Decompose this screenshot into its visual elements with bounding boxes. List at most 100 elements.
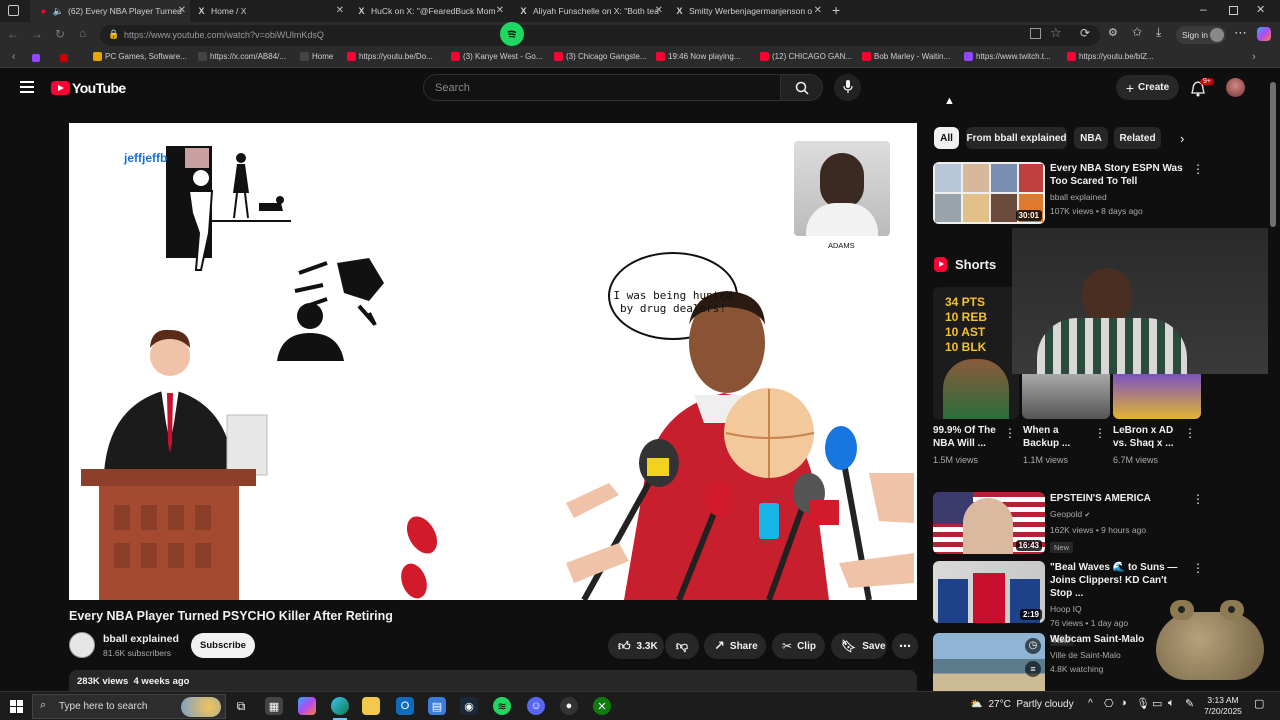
new-tab-icon[interactable]: + [832,2,840,18]
copilot-icon[interactable] [1257,27,1271,41]
youtube-logo[interactable]: YouTube [51,80,126,96]
video-player[interactable]: jeffjeffb ADAMS I was being hunted by dr… [69,123,917,600]
save-button[interactable]: 🔖︎ Save [831,633,887,659]
tray-icon[interactable]: ⎔ [1104,697,1114,710]
apps-icon[interactable] [1030,28,1041,39]
app-icon[interactable]: ▤ [428,697,446,715]
like-button[interactable]: 👍︎ 3.3K [608,633,664,659]
search-button[interactable] [781,74,823,101]
create-button[interactable]: + Create [1116,75,1179,100]
start-icon[interactable] [10,700,23,713]
purple-bookmark-icon[interactable] [32,54,40,62]
speaker-icon[interactable]: 🔈 [53,6,64,17]
microphone-tray-icon[interactable]: 🎙︎ [1136,697,1150,710]
bookmark-2[interactable]: Home [300,52,333,61]
close-tab-icon[interactable]: ✕ [814,5,822,16]
network-icon[interactable]: ▭ [1152,697,1162,710]
red-bookmark-icon[interactable] [60,54,68,62]
refresh-extension-icon[interactable]: ⟳ [1080,26,1090,40]
forward-icon[interactable]: → [31,27,43,41]
more-vert-icon[interactable]: ⋮ [1004,426,1016,440]
more-vert-icon[interactable]: ⋮ [1094,426,1106,440]
channel-avatar[interactable] [69,632,95,658]
calculator-icon[interactable]: ▦ [265,697,283,715]
notification-center-icon[interactable]: ▢ [1254,697,1264,710]
short-title[interactable]: When a Backup ... [1023,424,1093,450]
chip-from-channel[interactable]: From bball explained [966,127,1067,149]
reload-icon[interactable]: ↻ [55,27,65,41]
weather-widget[interactable]: ⛅ 27°C Partly cloudy [970,699,1074,710]
bookmark-10[interactable]: https://youtu.be/blZ... [1067,52,1154,61]
voice-search-button[interactable] [834,74,861,101]
more-bookmarks-icon[interactable]: › [1252,51,1256,63]
short-thumbnail-1[interactable]: 34 PTS 10 REB 10 AST 10 BLK [933,287,1019,419]
more-vert-icon[interactable]: ⋮ [1192,162,1204,176]
back-icon[interactable]: ← [7,27,19,41]
home-icon[interactable]: ⌂ [79,26,86,40]
more-vert-icon[interactable]: ⋮ [1192,492,1204,506]
tab-x-huck[interactable]: X HuCk on X: "@FearedBuck Mom ✕ [350,0,508,22]
more-vert-icon[interactable]: ⋮ [1184,426,1196,440]
bookmark-5[interactable]: (3) Chicago Gangste... [554,52,646,61]
chip-all[interactable]: All [934,127,959,149]
bookmark-4[interactable]: (3) Kanye West - Go... [451,52,542,61]
close-tab-icon[interactable]: ✕ [336,5,344,16]
close-tab-icon[interactable]: ✕ [655,5,663,16]
minimize-icon[interactable]: – [1200,2,1207,16]
search-box[interactable]: Search [423,74,781,101]
rec-thumbnail[interactable]: ◷ ≡ [933,633,1045,691]
chevron-right-icon[interactable]: › [1180,131,1184,146]
bookmark-1[interactable]: https://x.com/AB84/... [198,52,286,61]
channel-name[interactable]: bball explained [103,633,179,645]
maximize-icon[interactable] [1229,6,1238,15]
tray-icon[interactable]: ◑ [1120,697,1127,709]
rec-thumbnail[interactable]: 2:19 [933,561,1045,623]
favorite-star-icon[interactable]: ☆ [1050,25,1062,41]
tab-x-aliyah[interactable]: X Aliyah Funschelle on X: "Both tea ✕ [512,0,667,22]
close-window-icon[interactable]: ✕ [1256,3,1265,16]
tab-youtube[interactable]: ● 🔈 (62) Every NBA Player Turned ✕ [30,0,190,22]
xbox-icon[interactable]: ✕ [593,697,611,715]
rec-thumbnail[interactable]: 30:01 [933,162,1045,224]
avatar[interactable] [1226,78,1245,97]
sign-in-button[interactable]: Sign in [1176,26,1226,44]
chip-related[interactable]: Related [1114,127,1161,149]
close-tab-icon[interactable]: ✕ [178,5,186,16]
extensions-icon[interactable]: ⚙ [1108,26,1118,39]
rec-thumbnail[interactable]: 16:43 [933,492,1045,554]
rec-info[interactable]: Every NBA Story ESPN Was Too Scared To T… [1050,162,1190,218]
chip-nba[interactable]: NBA [1074,127,1108,149]
rec-info[interactable]: EPSTEIN'S AMERICA Geopold ✔ 162K views •… [1050,492,1190,555]
volume-icon[interactable]: 🔈︎ [1168,697,1175,710]
hamburger-menu-icon[interactable] [20,81,34,93]
steam-icon[interactable]: ◉ [460,697,478,715]
clock[interactable]: 3:13 AM 7/20/2025 [1201,695,1245,717]
dislike-button[interactable]: 👎︎ [665,633,699,659]
short-title[interactable]: 99.9% Of The NBA Will ... [933,424,1003,450]
copilot-taskbar-icon[interactable] [298,697,316,715]
downloads-icon[interactable]: ⤓ [1156,25,1161,40]
bookmark-8[interactable]: Bob Marley - Waitin... [862,52,950,61]
short-title[interactable]: LeBron x AD vs. Shaq x ... [1113,424,1183,450]
bookmark-9[interactable]: https://www.twitch.t... [964,52,1051,61]
discord-icon[interactable]: ☺ [527,697,545,715]
close-tab-icon[interactable]: ✕ [496,5,504,16]
bookmark-6[interactable]: 19:46 Now playing... [656,52,741,61]
task-view-icon[interactable]: ⧉ [232,697,250,715]
notifications-button[interactable]: 9+ [1189,78,1214,99]
spotify-icon[interactable]: ≋ [493,697,511,715]
more-actions-button[interactable]: ⋯ [892,633,918,659]
github-icon[interactable]: ● [560,697,578,715]
tab-x-home[interactable]: X Home / X ✕ [190,0,348,22]
bookmark-7[interactable]: (12) CHICAGO GAN... [760,52,852,61]
tab-x-smitty[interactable]: X Smitty Werbenjagermanjenson o ✕ [668,0,826,22]
bookmark-0[interactable]: PC Games, Software... [93,52,187,61]
more-vert-icon[interactable]: ⋮ [1192,561,1204,575]
taskbar-search-box[interactable]: ⌕ Type here to search [32,694,226,719]
file-explorer-icon[interactable] [362,697,380,715]
pen-icon[interactable]: ✎ [1185,697,1194,710]
share-button[interactable]: ↗ Share [704,633,766,659]
favorites-icon[interactable]: ✩ [1132,25,1142,39]
bookmark-3[interactable]: https://youtu.be/Do... [347,52,433,61]
clip-button[interactable]: ✂ Clip [772,633,825,659]
